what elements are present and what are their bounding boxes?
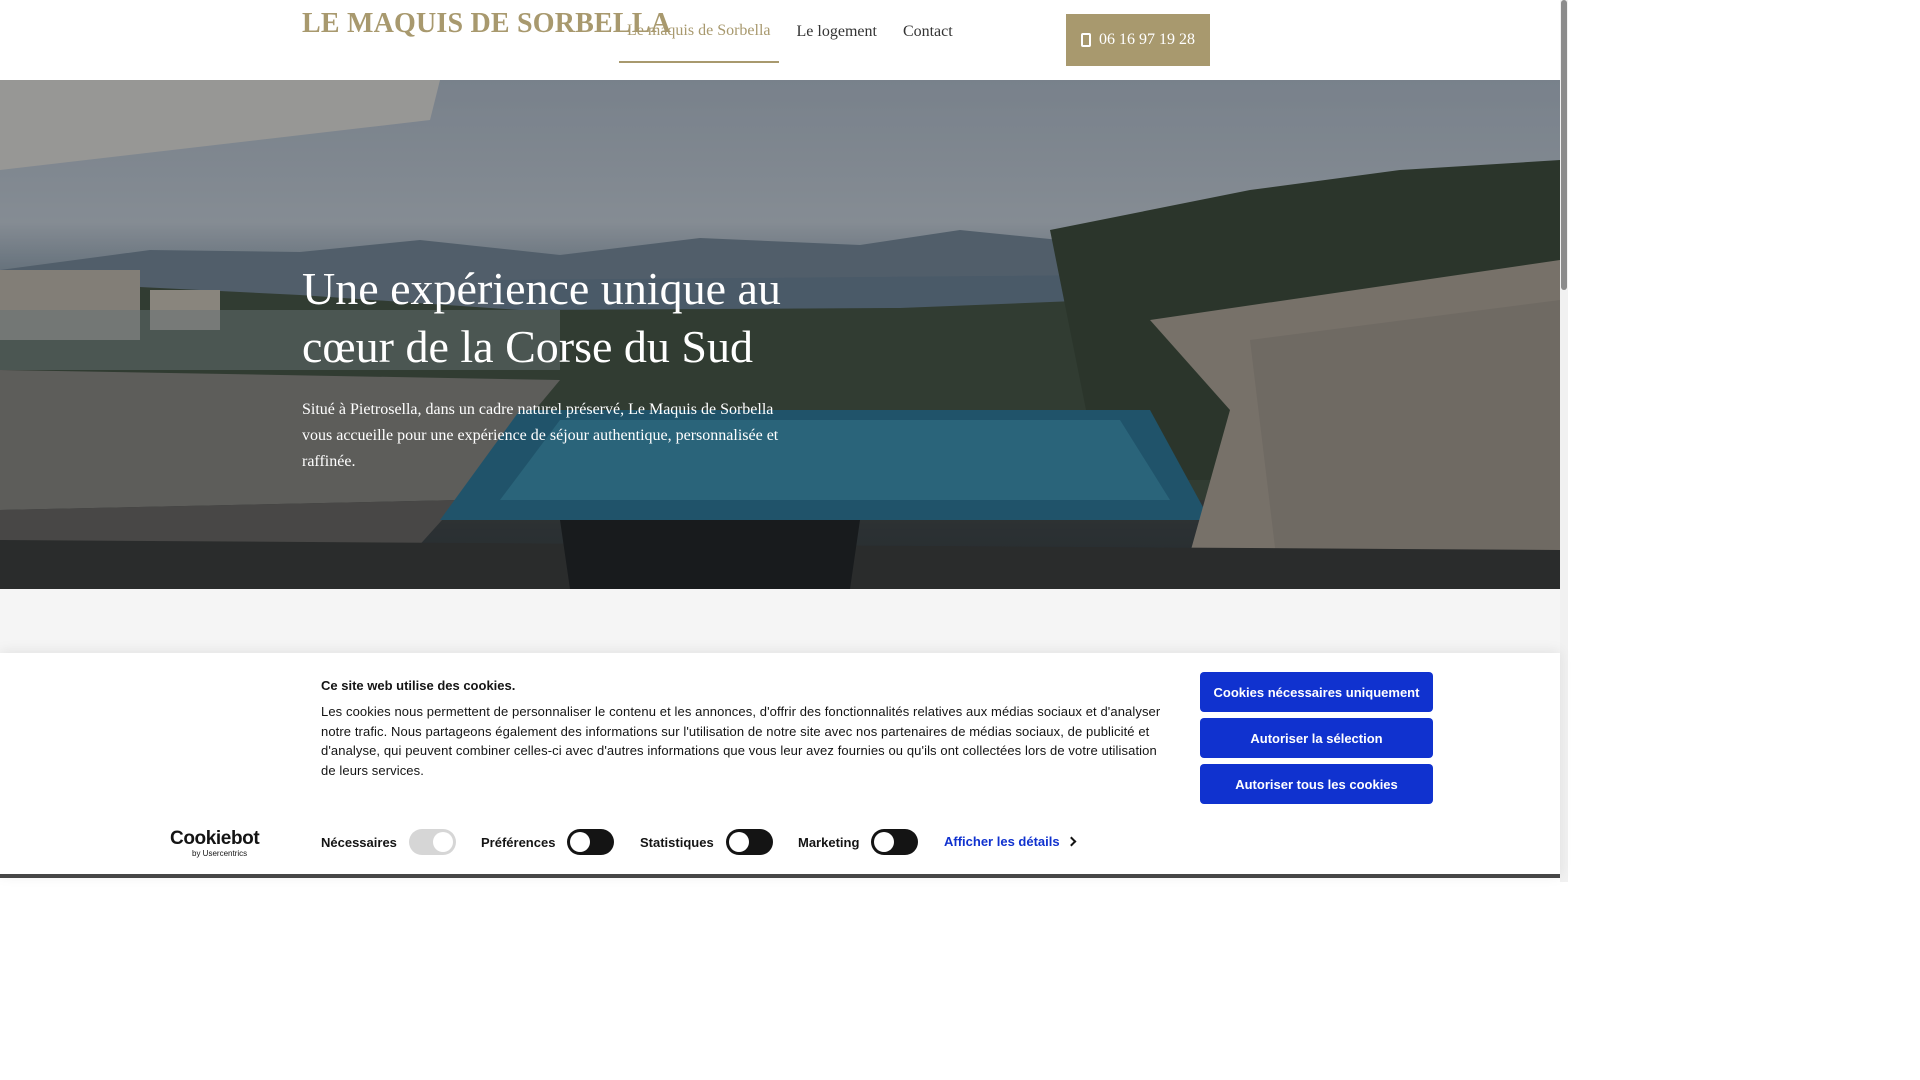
cookiebot-sub: by Usercentrics <box>192 849 248 858</box>
toggle-group-marketing: Marketing <box>798 829 919 855</box>
nav-item-contact[interactable]: Contact <box>895 0 961 63</box>
toggle-knob <box>570 832 591 852</box>
cookie-body: Les cookies nous permettent de personnal… <box>321 704 1161 778</box>
allow-selection-button[interactable]: Autoriser la sélection <box>1200 718 1433 758</box>
cookiebot-brand: Cookiebot <box>170 828 260 849</box>
hero-section: Une expérience unique au cœur de la Cors… <box>0 80 1560 589</box>
cookiebot-logo[interactable]: Cookiebot by Usercentrics <box>170 828 260 859</box>
nav-item-maquis[interactable]: Le maquis de Sorbella <box>619 0 779 63</box>
toggle-label-necessary: Nécessaires <box>321 834 397 850</box>
scrollbar-thumb[interactable] <box>1561 0 1567 290</box>
toggle-marketing[interactable] <box>871 829 919 855</box>
site-logo[interactable]: LE MAQUIS DE SORBELLA <box>302 8 671 39</box>
toggle-label-statistics: Statistiques <box>640 834 714 850</box>
hero-title: Une expérience unique au cœur de la Cors… <box>302 263 781 372</box>
content-band <box>0 589 1560 653</box>
allow-all-button[interactable]: Autoriser tous les cookies <box>1200 764 1433 804</box>
toggle-label-preferences: Préférences <box>481 834 556 850</box>
page-scrollbar[interactable] <box>1560 0 1568 882</box>
toggle-necessary <box>408 829 456 855</box>
show-details-link[interactable]: Afficher les détails <box>944 834 1077 849</box>
chevron-right-icon <box>1066 836 1077 847</box>
toggle-knob <box>728 832 749 852</box>
toggle-group-statistics: Statistiques <box>640 829 773 855</box>
hero-text: Situé à Pietrosella, dans un cadre natur… <box>302 401 779 470</box>
nav-item-logement[interactable]: Le logement <box>789 0 885 63</box>
toggle-preferences[interactable] <box>567 829 615 855</box>
main-nav: Le maquis de Sorbella Le logement Contac… <box>619 0 971 80</box>
toggle-knob <box>432 832 453 852</box>
phone-button[interactable]: 06 16 97 19 28 <box>1066 14 1210 66</box>
show-details-label: Afficher les détails <box>944 834 1060 849</box>
necessary-only-button[interactable]: Cookies nécessaires uniquement <box>1200 672 1433 712</box>
phone-icon <box>1081 33 1091 47</box>
toggle-group-preferences: Préférences <box>481 829 615 855</box>
toggle-statistics[interactable] <box>725 829 773 855</box>
toggle-knob <box>874 832 895 852</box>
toggle-label-marketing: Marketing <box>798 834 860 850</box>
phone-number: 06 16 97 19 28 <box>1099 31 1195 48</box>
toggle-group-necessary: Nécessaires <box>321 829 456 855</box>
cookie-title: Ce site web utilise des cookies. <box>321 678 516 693</box>
cookie-banner: Ce site web utilise des cookies. Les coo… <box>0 653 1560 878</box>
site-header: LE MAQUIS DE SORBELLA Le maquis de Sorbe… <box>0 0 1560 80</box>
